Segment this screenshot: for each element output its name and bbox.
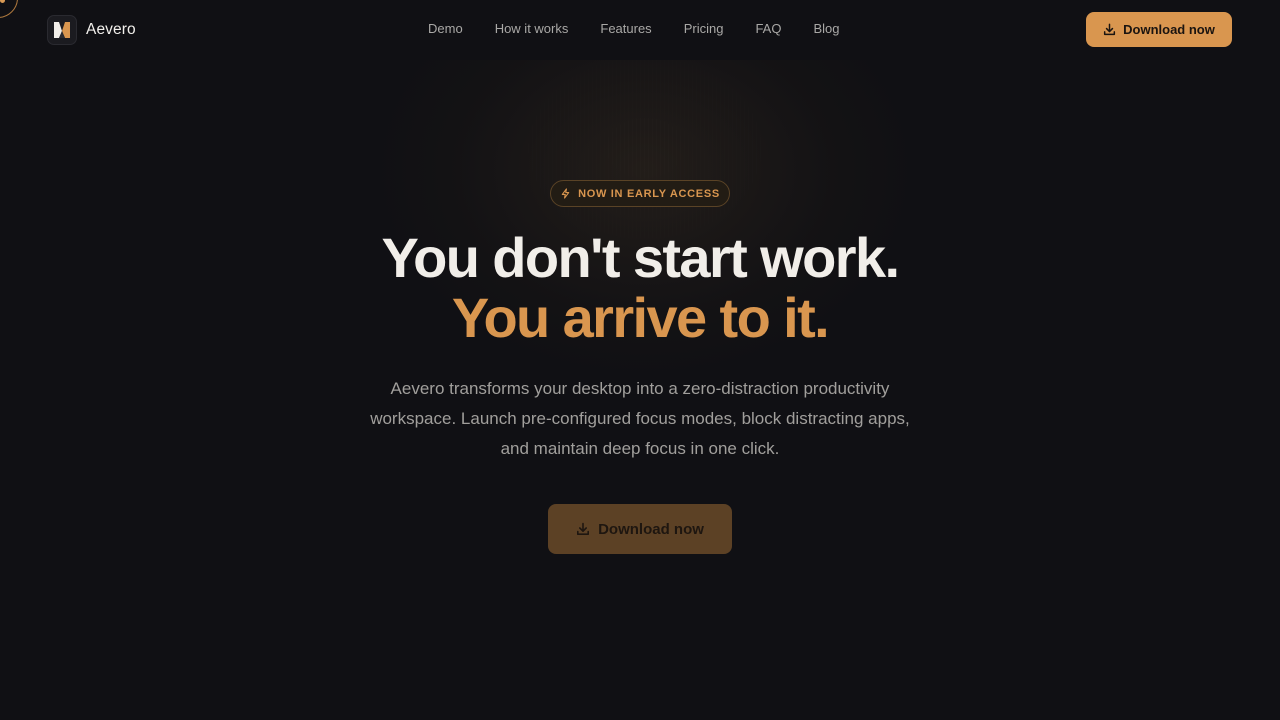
nav-download-button[interactable]: Download now	[1086, 12, 1232, 47]
nav-download-label: Download now	[1123, 22, 1215, 37]
main-nav: Demo How it works Features Pricing FAQ B…	[428, 21, 839, 36]
download-icon	[1104, 23, 1116, 36]
hero-download-label: Download now	[598, 520, 704, 538]
nav-link-pricing[interactable]: Pricing	[684, 21, 724, 36]
nav-link-how-it-works[interactable]: How it works	[495, 21, 569, 36]
hero-description: Aevero transforms your desktop into a ze…	[370, 379, 910, 458]
badge-text: NOW IN EARLY ACCESS	[578, 187, 720, 200]
brand-home-link[interactable]: Aevero	[47, 15, 136, 45]
nav-link-faq[interactable]: FAQ	[755, 21, 781, 36]
download-icon	[577, 522, 590, 535]
hero-headline: You don't start work. You arrive to it.	[0, 228, 1280, 348]
headline-line-1: You don't start work.	[381, 226, 901, 289]
landing-page: Aevero Demo How it works Features Pricin…	[0, 0, 1280, 720]
nav-link-demo[interactable]: Demo	[428, 21, 463, 36]
lightning-icon	[561, 188, 570, 199]
hero-download-button[interactable]: Download now	[548, 504, 732, 554]
early-access-badge: NOW IN EARLY ACCESS	[550, 180, 730, 207]
top-navbar: Aevero Demo How it works Features Pricin…	[0, 0, 1280, 60]
headline-line-2: You arrive to it.	[451, 286, 830, 349]
nav-link-features[interactable]: Features	[600, 21, 651, 36]
brand-name: Aevero	[86, 21, 136, 38]
aevero-logo-icon	[47, 15, 77, 45]
nav-link-blog[interactable]: Blog	[813, 21, 839, 36]
